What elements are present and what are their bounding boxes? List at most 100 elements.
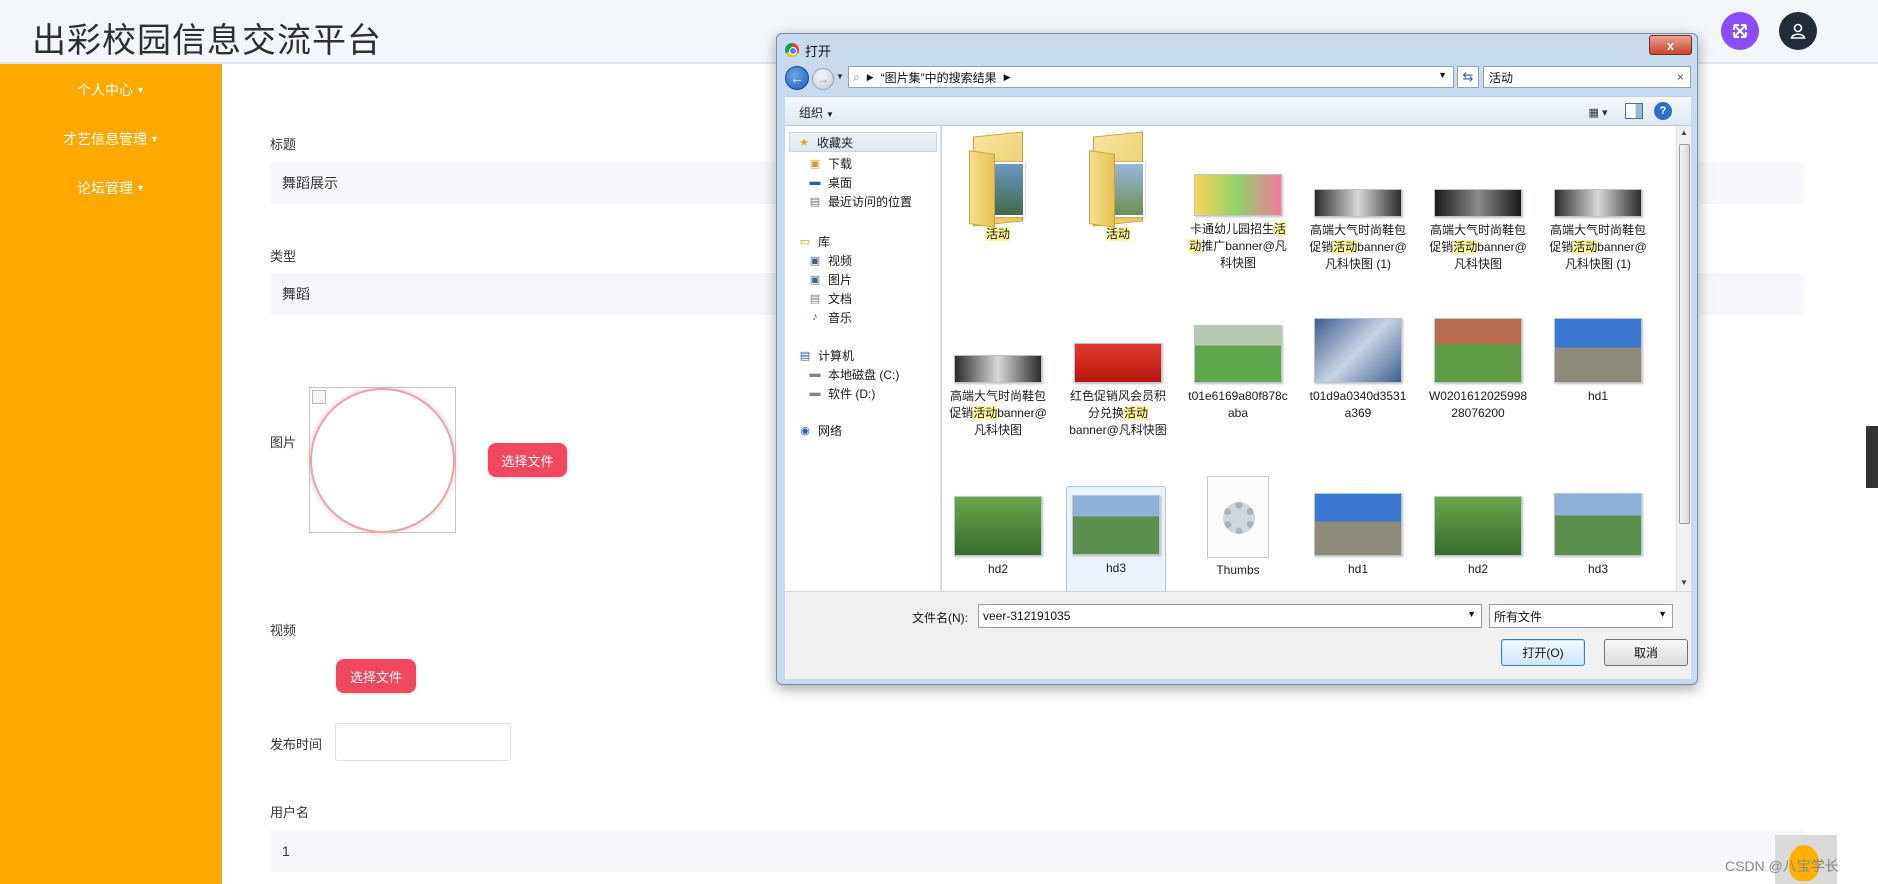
desktop-icon: ▬ xyxy=(809,176,821,188)
publish-time-input[interactable] xyxy=(335,723,511,761)
recent-places-icon: ▤ xyxy=(809,195,821,208)
download-folder-icon: ▣ xyxy=(809,157,821,170)
file-name-highlight: 活动 xyxy=(973,406,998,420)
nav-drive-c[interactable]: ▬ 本地磁盘 (C:) xyxy=(807,364,900,384)
search-input[interactable]: 活动 × xyxy=(1483,66,1691,88)
file-type-select[interactable]: 所有文件 ▼ xyxy=(1489,604,1673,628)
arrow-left-icon: ← xyxy=(790,70,804,86)
help-button[interactable]: ? xyxy=(1654,102,1672,120)
refresh-button[interactable]: ⇆ xyxy=(1457,66,1479,88)
image-thumbnail xyxy=(1554,493,1642,556)
file-item-system[interactable]: Thumbs xyxy=(1188,476,1288,579)
sidebar-item-forum-management[interactable]: 论坛管理 ▼ xyxy=(0,178,222,198)
image-thumbnail xyxy=(1314,493,1402,556)
image-thumbnail xyxy=(1072,495,1160,555)
image-thumbnail xyxy=(1314,318,1402,383)
nav-label: 软件 (D:) xyxy=(828,386,876,401)
image-choose-file-button[interactable]: 选择文件 xyxy=(488,443,567,477)
nav-music[interactable]: ♪ 音乐 xyxy=(807,307,852,327)
scrollbar-thumb[interactable] xyxy=(1679,144,1690,524)
file-item-image[interactable]: 卡通幼儿园招生活动推广banner@凡科快图 xyxy=(1188,174,1288,272)
address-bar[interactable]: ⌕ ▶ “图片集”中的搜索结果 ▶ ▼ xyxy=(848,66,1454,88)
user-avatar-button[interactable] xyxy=(1779,12,1817,50)
back-button[interactable]: ← xyxy=(785,66,809,90)
caret-down-icon: ▼ xyxy=(150,134,159,144)
file-item-image[interactable]: hd1 xyxy=(1548,318,1648,405)
image-thumbnail xyxy=(1434,496,1522,556)
forward-button[interactable]: → xyxy=(812,68,834,90)
nav-label: 收藏夹 xyxy=(817,135,854,150)
filename-input[interactable]: veer-312191035 ▼ xyxy=(978,604,1482,628)
video-choose-file-button[interactable]: 选择文件 xyxy=(336,659,416,693)
nav-network[interactable]: ◉ 网络 xyxy=(797,420,842,440)
file-item-image[interactable]: 高端大气时尚鞋包促销活动banner@凡科快图 xyxy=(1428,189,1528,273)
file-name-part: banner@凡科快图 xyxy=(1069,423,1167,437)
file-item-image[interactable]: hd2 xyxy=(1428,496,1528,578)
nav-pictures[interactable]: ▣ 图片 xyxy=(807,269,852,289)
star-icon: ★ xyxy=(799,136,809,149)
caret-down-icon: ▼ xyxy=(136,85,145,95)
file-item-image[interactable]: hd1 xyxy=(1308,493,1408,578)
file-item-image[interactable]: hd2 xyxy=(948,496,1048,578)
nav-favorites[interactable]: ★ 收藏夹 xyxy=(789,132,937,152)
expand-arrows-icon xyxy=(1733,24,1747,38)
file-name: 活动 xyxy=(1105,227,1130,241)
address-dropdown-icon[interactable]: ▼ xyxy=(1438,70,1447,80)
clear-search-icon[interactable]: × xyxy=(1677,70,1684,84)
file-item-image[interactable]: t01e6169a80f878caba xyxy=(1188,325,1288,422)
open-button[interactable]: 打开(O) xyxy=(1501,639,1585,666)
file-item-image[interactable]: 高端大气时尚鞋包促销活动banner@凡科快图 (1) xyxy=(1548,189,1648,273)
video-label: 视频 xyxy=(270,623,297,638)
history-dropdown-icon[interactable]: ▼ xyxy=(836,72,844,81)
fullscreen-button[interactable] xyxy=(1721,12,1759,50)
filename-dropdown-icon[interactable]: ▼ xyxy=(1467,609,1476,619)
publish-time-label: 发布时间 xyxy=(270,737,323,752)
scroll-up-icon[interactable]: ▲ xyxy=(1680,128,1688,137)
search-value: 活动 xyxy=(1489,70,1514,85)
file-name: hd1 xyxy=(1347,562,1369,576)
nav-downloads[interactable]: ▣ 下载 xyxy=(807,153,852,173)
nav-drive-d[interactable]: ▬ 软件 (D:) xyxy=(807,383,876,403)
file-item-folder[interactable]: 活动 xyxy=(948,131,1048,243)
sidebar-item-personal-center[interactable]: 个人中心 ▼ xyxy=(0,80,222,100)
nav-desktop[interactable]: ▬ 桌面 xyxy=(807,172,853,192)
breadcrumb-search-results[interactable]: “图片集”中的搜索结果 xyxy=(881,69,997,86)
file-item-image[interactable]: hd3 xyxy=(1548,493,1648,578)
broken-image-icon xyxy=(312,390,326,404)
organize-menu[interactable]: 组织 ▼ xyxy=(799,104,834,121)
file-item-image[interactable]: 高端大气时尚鞋包促销活动banner@凡科快图 xyxy=(948,355,1048,439)
change-view-button[interactable]: ▦ ▾ xyxy=(1578,103,1618,121)
file-item-image-selected[interactable]: hd3 xyxy=(1066,486,1166,591)
image-thumbnail xyxy=(1554,318,1642,383)
nav-label: 桌面 xyxy=(828,175,853,190)
nav-documents[interactable]: ▤ 文档 xyxy=(807,288,852,308)
hard-drive-icon: ▬ xyxy=(809,368,821,380)
organize-label: 组织 xyxy=(799,106,824,120)
preview-pane-button[interactable] xyxy=(1625,103,1643,119)
title-label: 标题 xyxy=(270,137,297,152)
dialog-close-button[interactable]: x xyxy=(1649,35,1692,55)
nav-label: 图片 xyxy=(828,272,853,287)
computer-icon: ▤ xyxy=(799,349,811,362)
image-thumbnail xyxy=(1194,325,1282,383)
username-field[interactable]: 1 xyxy=(270,830,1804,872)
sidebar-item-talent-management[interactable]: 才艺信息管理 ▼ xyxy=(0,129,222,149)
nav-libraries[interactable]: ▭ 库 xyxy=(797,231,830,251)
nav-recent[interactable]: ▤ 最近访问的位置 xyxy=(807,191,912,211)
file-item-folder[interactable]: 活动 xyxy=(1068,131,1168,243)
file-item-image[interactable]: t01d9a0340d3531a369 xyxy=(1308,318,1408,422)
cancel-button[interactable]: 取消 xyxy=(1604,639,1688,666)
open-file-dialog: 打开 x ← → ▼ ⌕ ▶ “图片集”中的搜索结果 ▶ ▼ ⇆ 活动 × 组织… xyxy=(776,33,1698,685)
file-name: 活动 xyxy=(985,227,1010,241)
file-item-image[interactable]: 红色促销风会员积分兑换活动 banner@凡科快图 xyxy=(1068,343,1168,439)
username-label: 用户名 xyxy=(270,805,310,820)
file-item-image[interactable]: W020161202599828076200 xyxy=(1428,318,1528,422)
file-list-scrollbar[interactable]: ▲ ▼ xyxy=(1676,126,1691,591)
file-item-image[interactable]: 高端大气时尚鞋包促销活动banner@凡科快图 (1) xyxy=(1308,189,1408,273)
side-tab[interactable] xyxy=(1866,426,1878,488)
nav-videos[interactable]: ▣ 视频 xyxy=(807,250,852,270)
refresh-icon: ⇆ xyxy=(1462,69,1474,84)
nav-label: 视频 xyxy=(828,253,853,268)
nav-computer[interactable]: ▤ 计算机 xyxy=(797,345,854,365)
scroll-down-icon[interactable]: ▼ xyxy=(1680,578,1688,587)
